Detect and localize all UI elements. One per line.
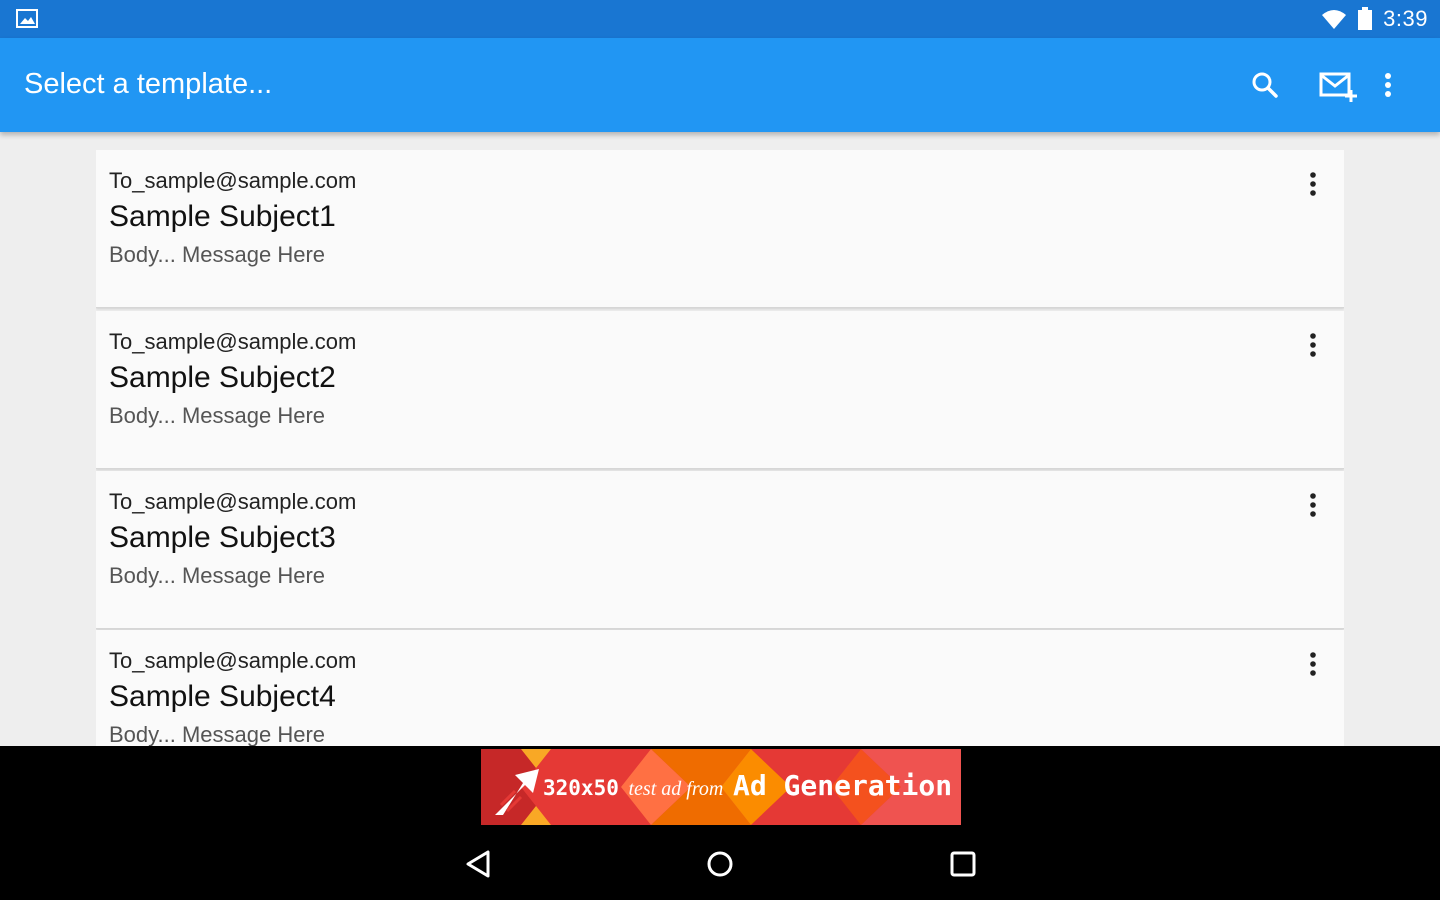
template-to: To_sample@sample.com	[109, 329, 357, 354]
more-vert-icon[interactable]	[1302, 170, 1324, 198]
ad-size-text: 320x50	[543, 776, 619, 800]
template-to: To_sample@sample.com	[109, 489, 357, 514]
template-body: Body... Message Here	[109, 242, 326, 267]
status-right: 3:39	[1321, 0, 1428, 38]
recents-icon[interactable]	[945, 846, 981, 882]
ad-text: 320x50 test ad from Ad Generation	[543, 769, 952, 802]
app-bar: Select a template...	[0, 38, 1440, 132]
battery-icon	[1358, 7, 1373, 30]
template-body: Body... Message Here	[109, 722, 326, 746]
template-card[interactable]: To_sample@sample.com Sample Subject1 Bod…	[96, 150, 1344, 308]
status-bar: 3:39	[0, 0, 1440, 38]
page-title: Select a template...	[24, 68, 273, 100]
home-icon[interactable]	[702, 846, 738, 882]
search-icon[interactable]	[1248, 68, 1282, 102]
wifi-icon	[1322, 10, 1347, 29]
compose-mail-icon[interactable]	[1318, 68, 1358, 102]
template-to: To_sample@sample.com	[109, 168, 357, 193]
ad-banner[interactable]: 320x50 test ad from Ad Generation	[481, 749, 961, 825]
template-card[interactable]: To_sample@sample.com Sample Subject3 Bod…	[96, 471, 1344, 629]
back-icon[interactable]	[460, 846, 496, 882]
template-subject: Sample Subject1	[109, 200, 336, 233]
template-card[interactable]: To_sample@sample.com Sample Subject4 Bod…	[96, 630, 1344, 746]
template-card[interactable]: To_sample@sample.com Sample Subject2 Bod…	[96, 311, 1344, 469]
template-to: To_sample@sample.com	[109, 648, 357, 673]
ad-brand-text: Ad Generation	[732, 769, 953, 802]
template-body: Body... Message Here	[109, 563, 326, 588]
status-time: 3:39	[1383, 6, 1428, 31]
template-subject: Sample Subject2	[109, 361, 336, 394]
bottom-bar: 320x50 test ad from Ad Generation	[0, 746, 1440, 900]
more-vert-icon[interactable]	[1302, 650, 1324, 678]
ad-mid-text: test ad from	[628, 778, 724, 800]
template-subject: Sample Subject4	[109, 680, 336, 713]
template-body: Body... Message Here	[109, 403, 326, 428]
more-vert-icon[interactable]	[1302, 331, 1324, 359]
gallery-icon	[16, 9, 38, 28]
more-vert-icon[interactable]	[1302, 491, 1324, 519]
screen: 3:39 Select a template... To_sample@samp…	[0, 0, 1440, 900]
more-vert-icon[interactable]	[1378, 68, 1398, 102]
template-subject: Sample Subject3	[109, 521, 336, 554]
template-list: To_sample@sample.com Sample Subject1 Bod…	[96, 150, 1344, 746]
